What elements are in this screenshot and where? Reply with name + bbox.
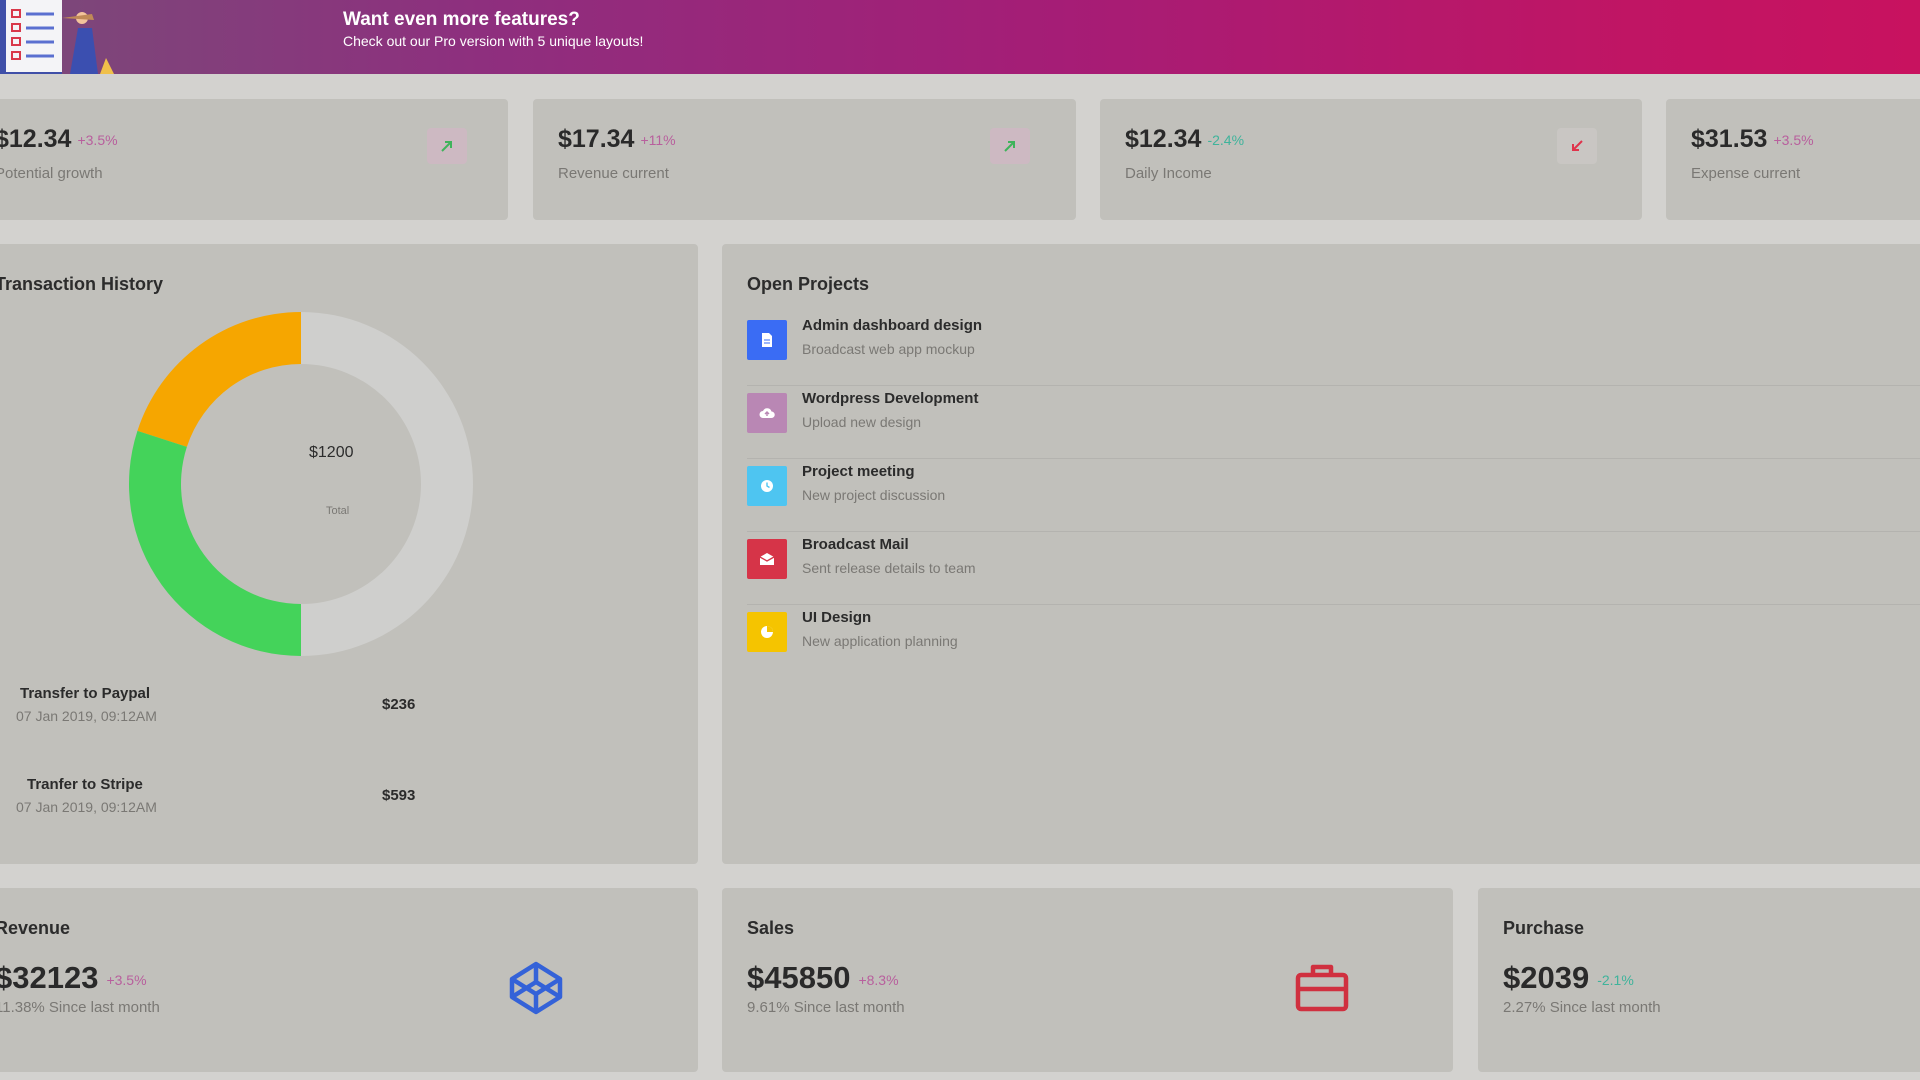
project-subtitle: Upload new design	[802, 414, 922, 430]
summary-change: +8.3%	[858, 971, 899, 988]
document-icon	[747, 320, 787, 360]
purchase-summary-card: Purchase $2039 -2.1% 2.27% Since last mon…	[1478, 888, 1920, 1072]
card-title: Revenue	[0, 918, 71, 938]
donut-segment	[137, 312, 301, 447]
revenue-summary-card: Revenue $32123 +3.5% 11.38% Since last mo…	[0, 888, 698, 1072]
donut-center-label: Total	[326, 505, 350, 517]
cloud-upload-icon	[747, 393, 787, 433]
project-item[interactable]: UI Design New application planning	[747, 604, 1920, 677]
project-subtitle: New application planning	[802, 633, 958, 649]
stat-change: +11%	[640, 132, 676, 149]
summary-value: $32123 +3.5%	[0, 960, 147, 995]
stat-value: $17.34 +11%	[558, 125, 676, 153]
card-title: Transaction History	[0, 274, 164, 294]
project-title: Admin dashboard design	[802, 317, 983, 334]
stat-value: $12.34 +3.5%	[0, 125, 118, 153]
transaction-date: 07 Jan 2019, 09:12AM	[16, 799, 157, 815]
transaction-title: Tranfer to Stripe	[27, 776, 143, 793]
arrow-up-right-icon	[990, 128, 1030, 164]
stat-label: Expense current	[1691, 165, 1801, 182]
codepen-icon	[509, 961, 563, 1015]
stat-card-revenue-current: $17.34 +11% Revenue current	[533, 99, 1076, 220]
project-item[interactable]: Admin dashboard design Broadcast web app…	[747, 312, 1920, 386]
stat-value: $12.34 -2.4%	[1125, 125, 1245, 153]
mail-icon	[747, 539, 787, 579]
transaction-amount: $236	[382, 696, 416, 713]
banner-subtitle: Check out our Pro version with 5 unique …	[343, 33, 644, 49]
checklist-illustration-icon	[0, 0, 114, 74]
stat-label: Potential growth	[0, 165, 103, 182]
transaction-title: Transfer to Paypal	[20, 685, 151, 702]
project-subtitle: Broadcast web app mockup	[802, 341, 975, 357]
project-subtitle: Sent release details to team	[802, 560, 976, 576]
open-projects-card: Open Projects Admin dashboard design Bro…	[722, 244, 1920, 864]
project-title: UI Design	[802, 609, 872, 626]
donut-segment	[128, 430, 301, 656]
project-title: Wordpress Development	[802, 390, 979, 407]
card-title: Purchase	[1503, 918, 1585, 938]
banner-title: Want even more features?	[343, 9, 580, 30]
project-item[interactable]: Wordpress Development Upload new design	[747, 385, 1920, 459]
stat-label: Daily Income	[1125, 165, 1212, 182]
stat-change: -2.4%	[1207, 132, 1245, 149]
project-title: Broadcast Mail	[802, 536, 909, 553]
stat-card-potential-growth: $12.34 +3.5% Potential growth	[0, 99, 508, 220]
project-item[interactable]: Broadcast Mail Sent release details to t…	[747, 531, 1920, 605]
project-item[interactable]: Project meeting New project discussion	[747, 458, 1920, 532]
stat-change: +3.5%	[77, 132, 118, 149]
stat-label: Revenue current	[558, 165, 669, 182]
transaction-date: 07 Jan 2019, 09:12AM	[16, 708, 157, 724]
card-title: Open Projects	[747, 274, 870, 294]
project-title: Project meeting	[802, 463, 915, 480]
transaction-donut-chart	[128, 312, 473, 656]
transaction-history-card: Transaction History $1200 Total Transfer…	[0, 244, 698, 864]
pie-chart-icon	[747, 612, 787, 652]
summary-sub: 11.38% Since last month	[0, 999, 160, 1016]
transaction-amount: $593	[382, 787, 416, 804]
stat-change: +3.5%	[1773, 132, 1814, 149]
arrow-up-right-icon	[427, 128, 467, 164]
clock-icon	[747, 466, 787, 506]
summary-change: -2.1%	[1597, 971, 1634, 988]
pro-banner[interactable]: Want even more features? Check out our P…	[0, 0, 1920, 74]
summary-value: $2039 -2.1%	[1503, 960, 1634, 995]
summary-change: +3.5%	[106, 971, 147, 988]
briefcase-icon	[1295, 964, 1349, 1012]
summary-sub: 9.61% Since last month	[747, 999, 905, 1016]
donut-center-value: $1200	[309, 444, 354, 461]
summary-sub: 2.27% Since last month	[1503, 999, 1661, 1016]
stat-card-daily-income: $12.34 -2.4% Daily Income	[1100, 99, 1642, 220]
stat-value: $31.53 +3.5%	[1691, 125, 1814, 153]
stat-card-expense-current: $31.53 +3.5% Expense current	[1666, 99, 1920, 220]
card-title: Sales	[747, 918, 795, 938]
project-subtitle: New project discussion	[802, 487, 946, 503]
summary-value: $45850 +8.3%	[747, 960, 899, 995]
sales-summary-card: Sales $45850 +8.3% 9.61% Since last month	[722, 888, 1453, 1072]
arrow-down-left-icon	[1557, 128, 1597, 164]
donut-segment	[301, 312, 473, 656]
